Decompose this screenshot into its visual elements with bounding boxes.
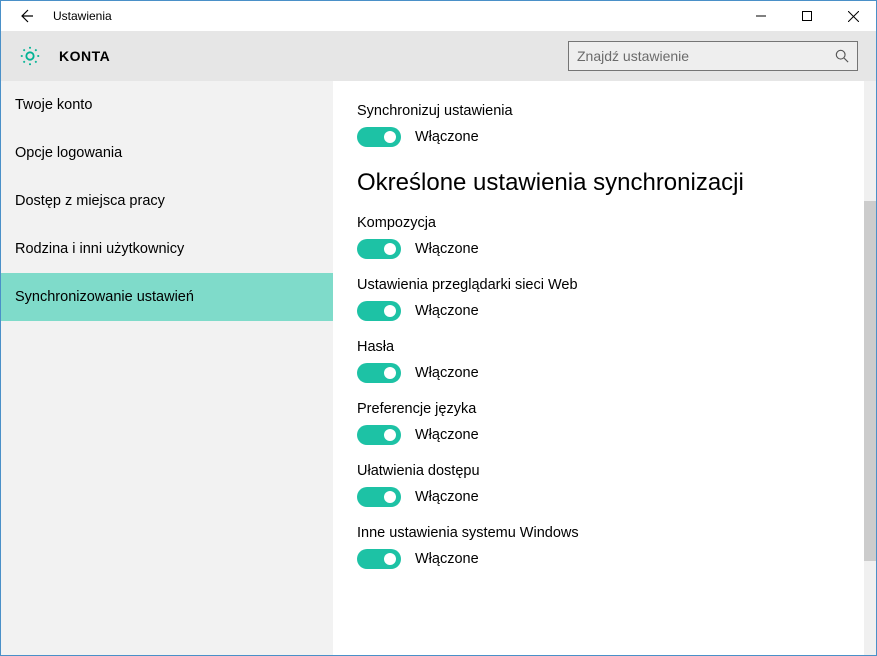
- sidebar: Twoje konto Opcje logowania Dostęp z mie…: [1, 81, 333, 655]
- setting-ease-of-access: Ułatwienia dostępu Włączone: [357, 463, 852, 507]
- setting-label: Ułatwienia dostępu: [357, 463, 852, 479]
- sidebar-item-label: Rodzina i inni użytkownicy: [15, 241, 184, 257]
- close-button[interactable]: [830, 1, 876, 31]
- toggle-sync-master[interactable]: [357, 127, 401, 147]
- toggle-browser[interactable]: [357, 301, 401, 321]
- titlebar: Ustawienia: [1, 1, 876, 31]
- setting-label: Kompozycja: [357, 215, 852, 231]
- section-heading: Określone ustawienia synchronizacji: [357, 169, 852, 197]
- toggle-knob: [384, 131, 396, 143]
- toggle-knob: [384, 491, 396, 503]
- toggle-state: Włączone: [415, 241, 479, 257]
- maximize-button[interactable]: [784, 1, 830, 31]
- toggle-state: Włączone: [415, 489, 479, 505]
- toggle-knob: [384, 305, 396, 317]
- toggle-row: Włączone: [357, 363, 852, 383]
- maximize-icon: [802, 11, 812, 21]
- setting-browser: Ustawienia przeglądarki sieci Web Włączo…: [357, 277, 852, 321]
- setting-other-windows: Inne ustawienia systemu Windows Włączone: [357, 525, 852, 569]
- sidebar-item-label: Twoje konto: [15, 97, 92, 113]
- body: Twoje konto Opcje logowania Dostęp z mie…: [1, 81, 876, 655]
- setting-sync-master: Synchronizuj ustawienia Włączone: [357, 103, 852, 147]
- toggle-state: Włączone: [415, 551, 479, 567]
- toggle-state: Włączone: [415, 129, 479, 145]
- setting-theme: Kompozycja Włączone: [357, 215, 852, 259]
- sidebar-item-label: Dostęp z miejsca pracy: [15, 193, 165, 209]
- toggle-knob: [384, 367, 396, 379]
- setting-label: Ustawienia przeglądarki sieci Web: [357, 277, 852, 293]
- sidebar-item-family-other-users[interactable]: Rodzina i inni użytkownicy: [1, 225, 333, 273]
- settings-window: Ustawienia KONTA: [0, 0, 877, 656]
- sidebar-item-work-access[interactable]: Dostęp z miejsca pracy: [1, 177, 333, 225]
- setting-label: Hasła: [357, 339, 852, 355]
- setting-language: Preferencje języka Włączone: [357, 401, 852, 445]
- toggle-state: Włączone: [415, 303, 479, 319]
- toggle-knob: [384, 243, 396, 255]
- back-button[interactable]: [11, 1, 41, 31]
- toggle-row: Włączone: [357, 425, 852, 445]
- scrollbar-thumb[interactable]: [864, 201, 876, 561]
- content-panel: Synchronizuj ustawienia Włączone Określo…: [333, 81, 876, 655]
- toggle-theme[interactable]: [357, 239, 401, 259]
- header-band: KONTA: [1, 31, 876, 81]
- gear-icon: [19, 45, 41, 67]
- toggle-row: Włączone: [357, 549, 852, 569]
- toggle-row: Włączone: [357, 127, 852, 147]
- toggle-other-windows[interactable]: [357, 549, 401, 569]
- setting-passwords: Hasła Włączone: [357, 339, 852, 383]
- close-icon: [848, 11, 859, 22]
- window-title: Ustawienia: [53, 9, 112, 23]
- toggle-ease-of-access[interactable]: [357, 487, 401, 507]
- sidebar-item-label: Opcje logowania: [15, 145, 122, 161]
- toggle-row: Włączone: [357, 301, 852, 321]
- search-box[interactable]: [568, 41, 858, 71]
- setting-label: Inne ustawienia systemu Windows: [357, 525, 852, 541]
- minimize-button[interactable]: [738, 1, 784, 31]
- toggle-state: Włączone: [415, 365, 479, 381]
- window-controls: [738, 1, 876, 31]
- search-input[interactable]: [577, 48, 835, 64]
- setting-label: Synchronizuj ustawienia: [357, 103, 852, 119]
- toggle-language[interactable]: [357, 425, 401, 445]
- setting-label: Preferencje języka: [357, 401, 852, 417]
- vertical-scrollbar[interactable]: [864, 81, 876, 655]
- sidebar-item-your-account[interactable]: Twoje konto: [1, 81, 333, 129]
- toggle-row: Włączone: [357, 239, 852, 259]
- minimize-icon: [756, 11, 766, 21]
- toggle-passwords[interactable]: [357, 363, 401, 383]
- toggle-row: Włączone: [357, 487, 852, 507]
- sidebar-item-label: Synchronizowanie ustawień: [15, 289, 194, 305]
- search-icon: [835, 49, 849, 63]
- section-title: KONTA: [59, 48, 110, 64]
- sidebar-item-sync-settings[interactable]: Synchronizowanie ustawień: [1, 273, 333, 321]
- back-arrow-icon: [18, 8, 34, 24]
- sidebar-item-signin-options[interactable]: Opcje logowania: [1, 129, 333, 177]
- toggle-knob: [384, 553, 396, 565]
- toggle-state: Włączone: [415, 427, 479, 443]
- toggle-knob: [384, 429, 396, 441]
